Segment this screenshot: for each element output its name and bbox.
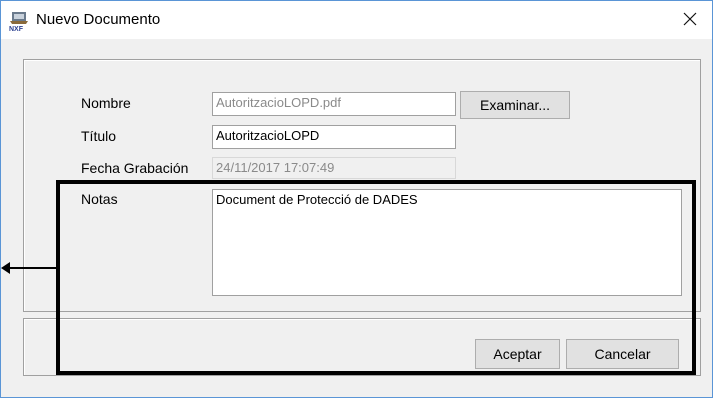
fecha-field: 24/11/2017 17:07:49 [212,157,456,179]
nxf-app-icon: NXF [9,11,31,33]
titulo-label: Título [81,128,117,144]
annotation-highlight-box [56,180,696,375]
fecha-label: Fecha Grabación [81,160,189,176]
examinar-button[interactable]: Examinar... [460,91,570,119]
nombre-label: Nombre [81,95,131,111]
svg-text:NXF: NXF [9,26,24,31]
dialog-window: NXF Nuevo Documento Nombre AutoritzacioL… [0,0,713,398]
close-button[interactable] [668,1,712,39]
arrow-left-icon [1,261,56,275]
close-icon [683,10,697,31]
window-title: Nuevo Documento [36,11,161,28]
title-bar: NXF Nuevo Documento [1,1,712,39]
nombre-field[interactable]: AutoritzacioLOPD.pdf [212,92,456,116]
titulo-field[interactable]: AutoritzacioLOPD [212,125,456,149]
